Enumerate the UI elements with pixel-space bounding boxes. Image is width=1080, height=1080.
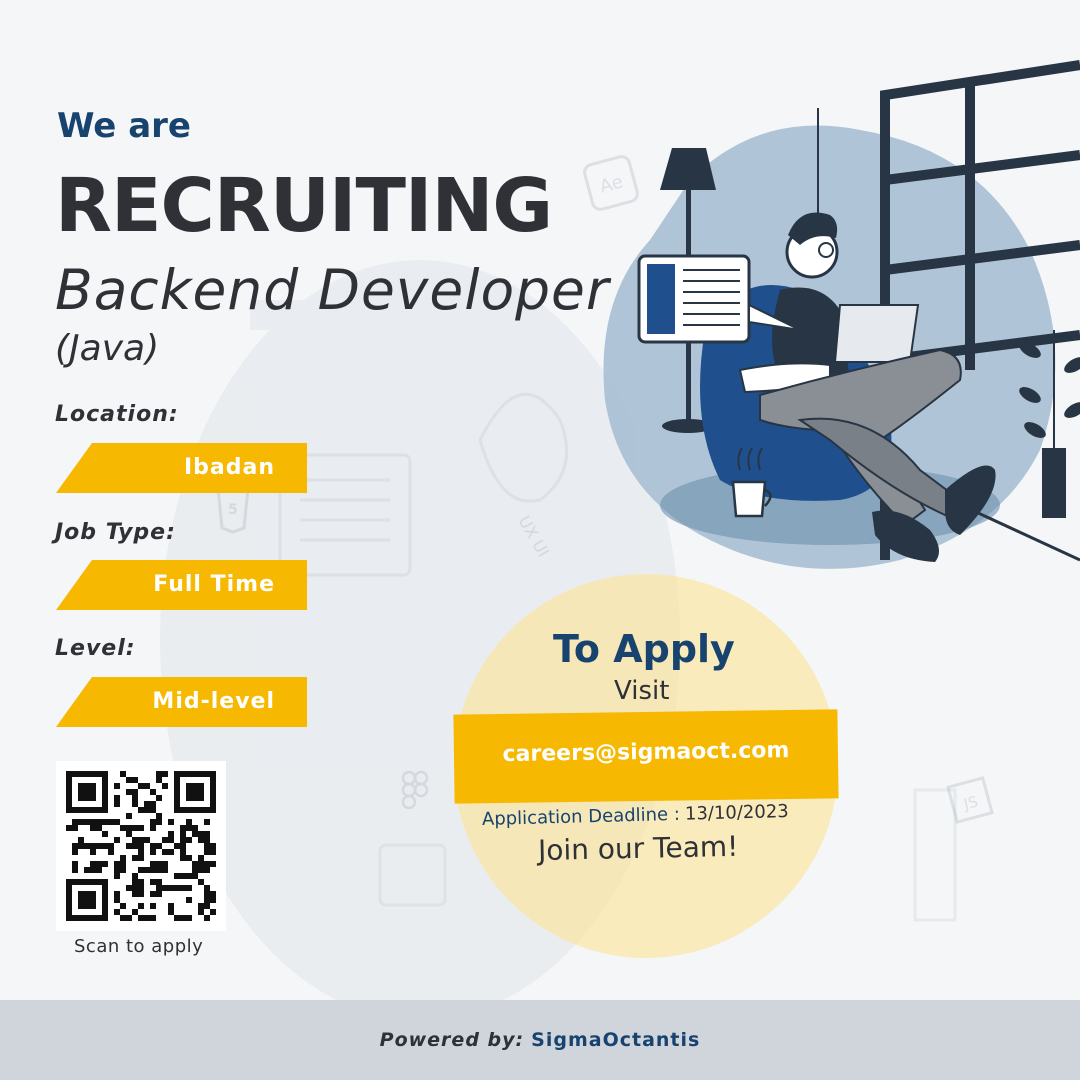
role-detail: (Java) (55, 328, 160, 369)
after-effects-icon: Ae (583, 155, 639, 211)
recruitment-poster: 5 UX UI Ae JS We are RECRUITING Backend … (0, 0, 1080, 1080)
qr-caption: Scan to apply (74, 936, 204, 957)
svg-text:Ae: Ae (598, 171, 626, 197)
location-value: Ibadan (183, 455, 275, 480)
footer-brand[interactable]: SigmaOctantis (531, 1029, 700, 1051)
job-type-value: Full Time (153, 572, 275, 597)
job-type-label: Job Type: (55, 520, 176, 545)
apply-title: To Apply (553, 627, 735, 671)
role-title: Backend Developer (55, 258, 610, 322)
level-label: Level: (55, 636, 136, 661)
svg-text:JS: JS (961, 792, 980, 813)
headline-main: RECRUITING (55, 163, 553, 249)
footer-credit: Powered by: SigmaOctantis (0, 1029, 1080, 1051)
location-badge: Ibadan (56, 443, 307, 493)
main-illustration (603, 60, 1080, 569)
apply-visit-label: Visit (614, 676, 670, 706)
apply-email[interactable]: careers@sigmaoct.com (454, 737, 838, 767)
level-value: Mid-level (152, 689, 275, 714)
job-type-badge: Full Time (56, 560, 307, 610)
footer-bar: Powered by: SigmaOctantis (0, 1000, 1080, 1080)
svg-text:5: 5 (228, 502, 238, 518)
location-label: Location: (55, 402, 179, 427)
level-badge: Mid-level (56, 677, 307, 727)
email-banner: careers@sigmaoct.com (453, 709, 839, 804)
qr-code-pattern (66, 771, 216, 921)
qr-code[interactable] (56, 761, 226, 931)
headline-intro: We are (57, 106, 191, 146)
join-team-cta: Join our Team! (537, 829, 739, 867)
footer-label: Powered by: (379, 1029, 525, 1051)
laptop-icon (833, 304, 920, 363)
deadline-value: 13/10/2023 (684, 800, 789, 825)
